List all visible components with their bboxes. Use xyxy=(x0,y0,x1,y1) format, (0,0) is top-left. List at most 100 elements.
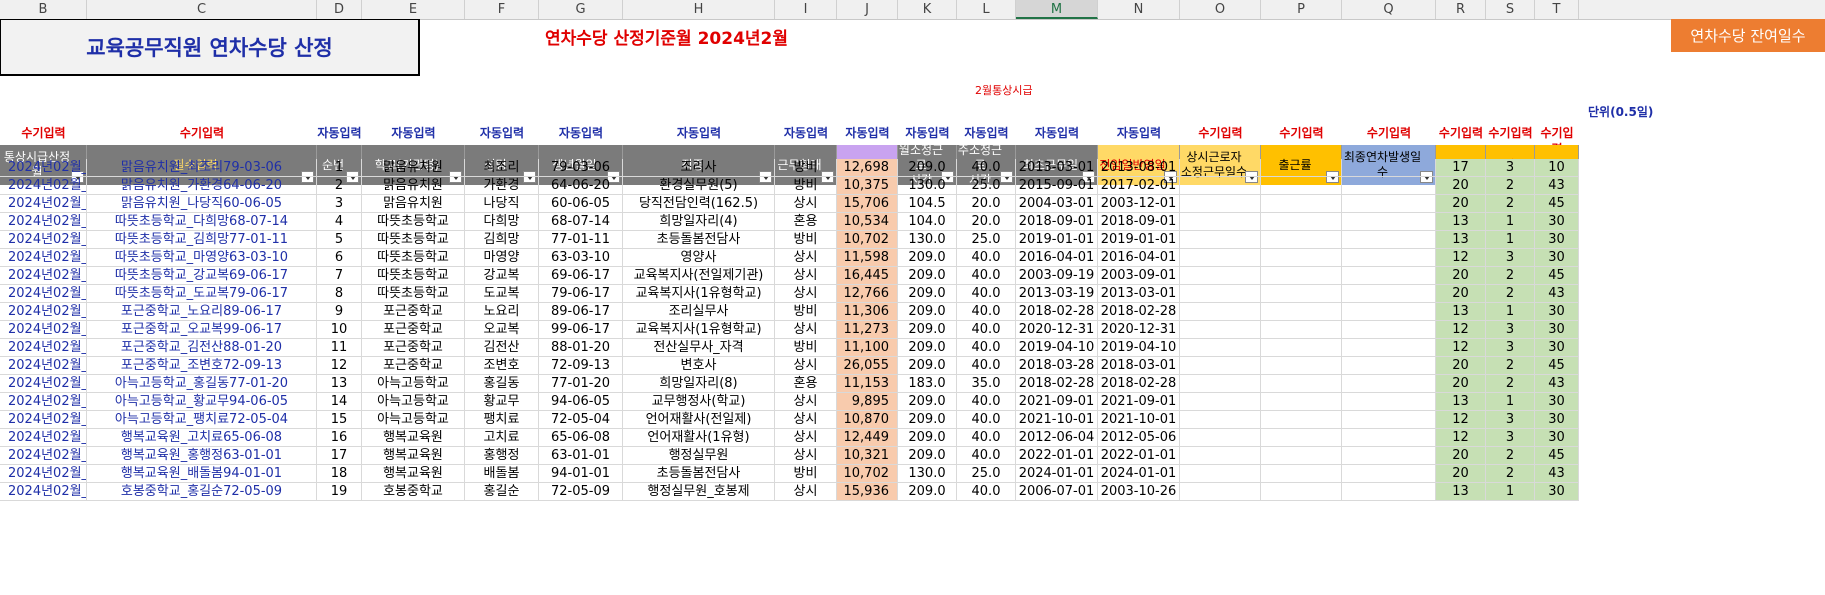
table-cell[interactable] xyxy=(1180,267,1261,285)
table-cell[interactable]: 209.0 xyxy=(898,357,957,375)
table-cell[interactable]: 15 xyxy=(317,411,362,429)
table-cell[interactable] xyxy=(1180,285,1261,303)
table-cell[interactable]: 13 xyxy=(1436,213,1486,231)
table-cell[interactable]: 63-03-10 xyxy=(539,249,623,267)
table-cell[interactable]: 45 xyxy=(1535,267,1579,285)
table-cell[interactable]: 209.0 xyxy=(898,267,957,285)
table-cell[interactable]: 마영양 xyxy=(465,249,539,267)
table-cell[interactable] xyxy=(1180,339,1261,357)
table-cell[interactable]: 79-03-06 xyxy=(539,159,623,177)
table-cell[interactable]: 40.0 xyxy=(957,303,1016,321)
column-letter-D[interactable]: D xyxy=(317,0,362,19)
table-cell[interactable]: 영양사 xyxy=(623,249,775,267)
table-cell[interactable] xyxy=(1180,411,1261,429)
column-letter-Q[interactable]: Q xyxy=(1342,0,1436,19)
table-cell[interactable]: 포근중학교_노요리89-06-17 xyxy=(87,303,317,321)
table-cell[interactable]: 40.0 xyxy=(957,357,1016,375)
table-cell[interactable]: 행정실무원_호봉제 xyxy=(623,483,775,501)
table-cell[interactable]: 행정실무원 xyxy=(623,447,775,465)
table-cell[interactable]: 13 xyxy=(1436,483,1486,501)
table-cell[interactable]: 209.0 xyxy=(898,483,957,501)
table-cell[interactable]: 교무행정사(학교) xyxy=(623,393,775,411)
table-cell[interactable]: 따뜻초등학교 xyxy=(362,231,465,249)
table-cell[interactable]: 2024년02월_ xyxy=(0,447,87,465)
table-cell[interactable]: 10,702 xyxy=(837,231,898,249)
table-cell[interactable]: 포근중학교_오교복99-06-17 xyxy=(87,321,317,339)
table-cell[interactable]: 12 xyxy=(1436,411,1486,429)
table-cell[interactable]: 20 xyxy=(1436,267,1486,285)
table-cell[interactable]: 209.0 xyxy=(898,339,957,357)
table-cell[interactable]: 1 xyxy=(1486,231,1535,249)
column-letter-G[interactable]: G xyxy=(539,0,623,19)
table-cell[interactable] xyxy=(1342,375,1436,393)
table-cell[interactable]: 77-01-20 xyxy=(539,375,623,393)
table-cell[interactable]: 따뜻초등학교_마영양63-03-10 xyxy=(87,249,317,267)
table-cell[interactable]: 방비 xyxy=(775,177,837,195)
table-cell[interactable]: 11,306 xyxy=(837,303,898,321)
table-cell[interactable]: 최조리 xyxy=(465,159,539,177)
table-cell[interactable]: 10,534 xyxy=(837,213,898,231)
table-cell[interactable] xyxy=(1342,483,1436,501)
table-cell[interactable]: 72-05-04 xyxy=(539,411,623,429)
table-cell[interactable]: 11,100 xyxy=(837,339,898,357)
table-cell[interactable]: 99-06-17 xyxy=(539,321,623,339)
table-cell[interactable]: 11 xyxy=(317,339,362,357)
table-cell[interactable] xyxy=(1342,321,1436,339)
table-cell[interactable]: 40.0 xyxy=(957,339,1016,357)
table-cell[interactable] xyxy=(1261,429,1342,447)
column-letter-K[interactable]: K xyxy=(898,0,957,19)
table-cell[interactable]: 30 xyxy=(1535,231,1579,249)
table-cell[interactable]: 20 xyxy=(1436,177,1486,195)
table-cell[interactable] xyxy=(1342,267,1436,285)
table-cell[interactable]: 94-01-01 xyxy=(539,465,623,483)
table-cell[interactable]: 당직전담인력(162.5) xyxy=(623,195,775,213)
table-cell[interactable]: 팽치료 xyxy=(465,411,539,429)
table-cell[interactable]: 30 xyxy=(1535,339,1579,357)
table-cell[interactable]: 10 xyxy=(317,321,362,339)
table-cell[interactable] xyxy=(1180,177,1261,195)
table-cell[interactable]: 포근중학교_김전산88-01-20 xyxy=(87,339,317,357)
table-cell[interactable]: 8 xyxy=(317,285,362,303)
table-cell[interactable]: 2003-09-19 xyxy=(1016,267,1098,285)
table-cell[interactable]: 2018-02-28 xyxy=(1016,375,1098,393)
table-cell[interactable] xyxy=(1261,249,1342,267)
table-cell[interactable]: 12 xyxy=(1436,339,1486,357)
table-cell[interactable]: 209.0 xyxy=(898,393,957,411)
table-cell[interactable]: 고치료 xyxy=(465,429,539,447)
table-cell[interactable]: 방비 xyxy=(775,339,837,357)
table-cell[interactable]: 2017-02-01 xyxy=(1098,177,1180,195)
table-cell[interactable]: 가환경 xyxy=(465,177,539,195)
table-cell[interactable]: 5 xyxy=(317,231,362,249)
table-cell[interactable]: 2024년02월_ xyxy=(0,483,87,501)
table-cell[interactable]: 15,936 xyxy=(837,483,898,501)
table-cell[interactable]: 맑음유치원 xyxy=(362,177,465,195)
table-cell[interactable]: 언어재활사(전일제) xyxy=(623,411,775,429)
table-cell[interactable]: 2013-03-01 xyxy=(1098,285,1180,303)
table-cell[interactable]: 포근중학교_조변호72-09-13 xyxy=(87,357,317,375)
table-cell[interactable]: 3 xyxy=(1486,429,1535,447)
table-cell[interactable]: 2018-02-28 xyxy=(1016,303,1098,321)
table-cell[interactable]: 2018-03-01 xyxy=(1098,357,1180,375)
table-cell[interactable]: 104.5 xyxy=(898,195,957,213)
table-cell[interactable]: 30 xyxy=(1535,429,1579,447)
table-cell[interactable]: 104.0 xyxy=(898,213,957,231)
table-cell[interactable]: 17 xyxy=(1436,159,1486,177)
table-cell[interactable]: 김희망 xyxy=(465,231,539,249)
table-cell[interactable]: 30 xyxy=(1535,483,1579,501)
table-cell[interactable]: 209.0 xyxy=(898,303,957,321)
table-cell[interactable]: 88-01-20 xyxy=(539,339,623,357)
table-cell[interactable]: 2 xyxy=(1486,285,1535,303)
table-cell[interactable]: 72-09-13 xyxy=(539,357,623,375)
table-cell[interactable]: 2 xyxy=(1486,357,1535,375)
table-cell[interactable]: 2016-04-01 xyxy=(1016,249,1098,267)
table-cell[interactable]: 상시 xyxy=(775,249,837,267)
table-cell[interactable]: 13 xyxy=(1436,303,1486,321)
table-cell[interactable]: 변호사 xyxy=(623,357,775,375)
table-cell[interactable]: 2018-09-01 xyxy=(1016,213,1098,231)
table-cell[interactable] xyxy=(1261,285,1342,303)
table-cell[interactable]: 89-06-17 xyxy=(539,303,623,321)
table-cell[interactable]: 64-06-20 xyxy=(539,177,623,195)
table-cell[interactable]: 포근중학교 xyxy=(362,357,465,375)
table-cell[interactable]: 1 xyxy=(317,159,362,177)
table-cell[interactable]: 2024년02월_ xyxy=(0,339,87,357)
